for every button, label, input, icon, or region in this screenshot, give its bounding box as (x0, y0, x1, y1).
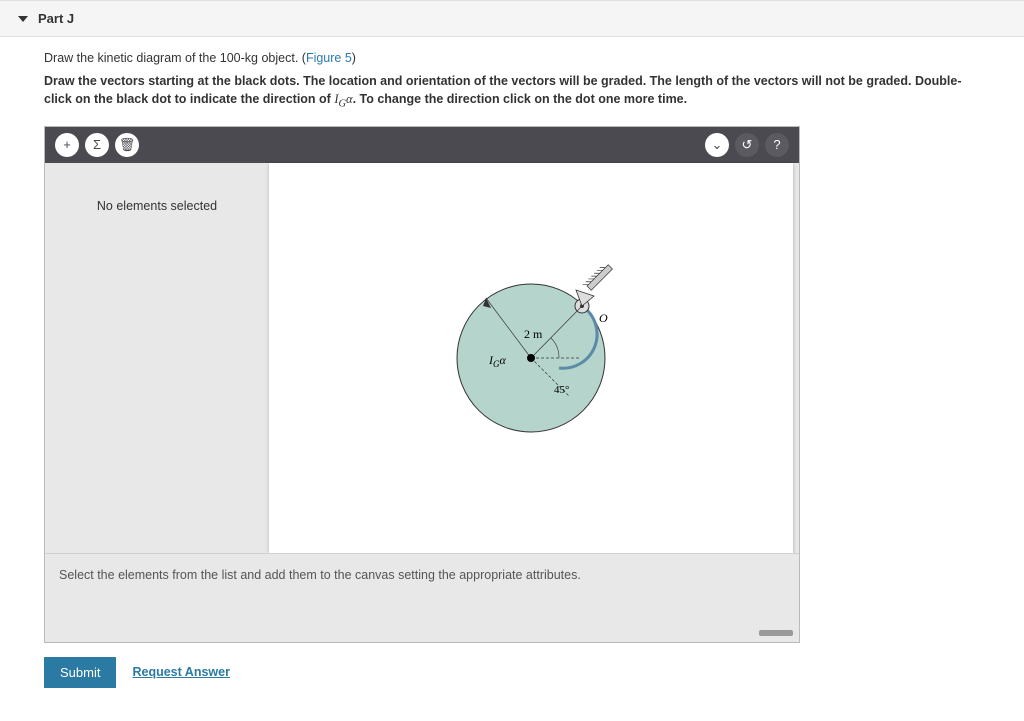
content-area: Draw the kinetic diagram of the 100-kg o… (0, 37, 1024, 708)
submit-button[interactable]: Submit (44, 657, 116, 688)
part-header[interactable]: Part J (0, 0, 1024, 37)
dropdown-button[interactable]: ⌄ (705, 133, 729, 157)
sigma-button[interactable]: Σ (85, 133, 109, 157)
center-dot[interactable] (527, 354, 535, 362)
instr-var: IGα (334, 92, 352, 106)
toolbar: + Σ 🗑 ⌄ ↺ ? (45, 127, 799, 163)
drawing-canvas[interactable]: 2 m IGα 45° O (269, 163, 793, 553)
label-2m: 2 m (524, 327, 543, 341)
drawing-panel: + Σ 🗑 ⌄ ↺ ? No elements selected (44, 126, 800, 643)
intro-text: Draw the kinetic diagram of the 100-kg o… (44, 51, 980, 65)
toolbar-right: ⌄ ↺ ? (705, 133, 789, 157)
part-title: Part J (38, 11, 74, 26)
request-answer-link[interactable]: Request Answer (132, 665, 229, 679)
selection-pane: No elements selected (45, 163, 269, 553)
hint-text: Select the elements from the list and ad… (59, 568, 581, 582)
help-button[interactable]: ? (765, 133, 789, 157)
hint-bar: Select the elements from the list and ad… (45, 553, 799, 642)
label-o: O (599, 311, 608, 325)
ground-plate (587, 264, 612, 289)
collapse-icon[interactable] (18, 16, 28, 22)
add-button[interactable]: + (55, 133, 79, 157)
submit-row: Submit Request Answer (44, 657, 980, 688)
instr-after: . To change the direction click on the d… (353, 92, 688, 106)
instructions-text: Draw the vectors starting at the black d… (44, 73, 980, 112)
scrollbar-thumb[interactable] (759, 630, 793, 636)
label-45: 45° (554, 384, 569, 396)
intro-after: ) (352, 51, 356, 65)
selection-status: No elements selected (65, 199, 249, 213)
trash-button[interactable]: 🗑 (115, 133, 139, 157)
figure-link[interactable]: Figure 5 (306, 51, 352, 65)
toolbar-left: + Σ 🗑 (55, 133, 139, 157)
intro-before: Draw the kinetic diagram of the 100-kg o… (44, 51, 306, 65)
figure-svg: 2 m IGα 45° O (431, 258, 631, 458)
reset-button[interactable]: ↺ (735, 133, 759, 157)
workspace: No elements selected (45, 163, 799, 553)
